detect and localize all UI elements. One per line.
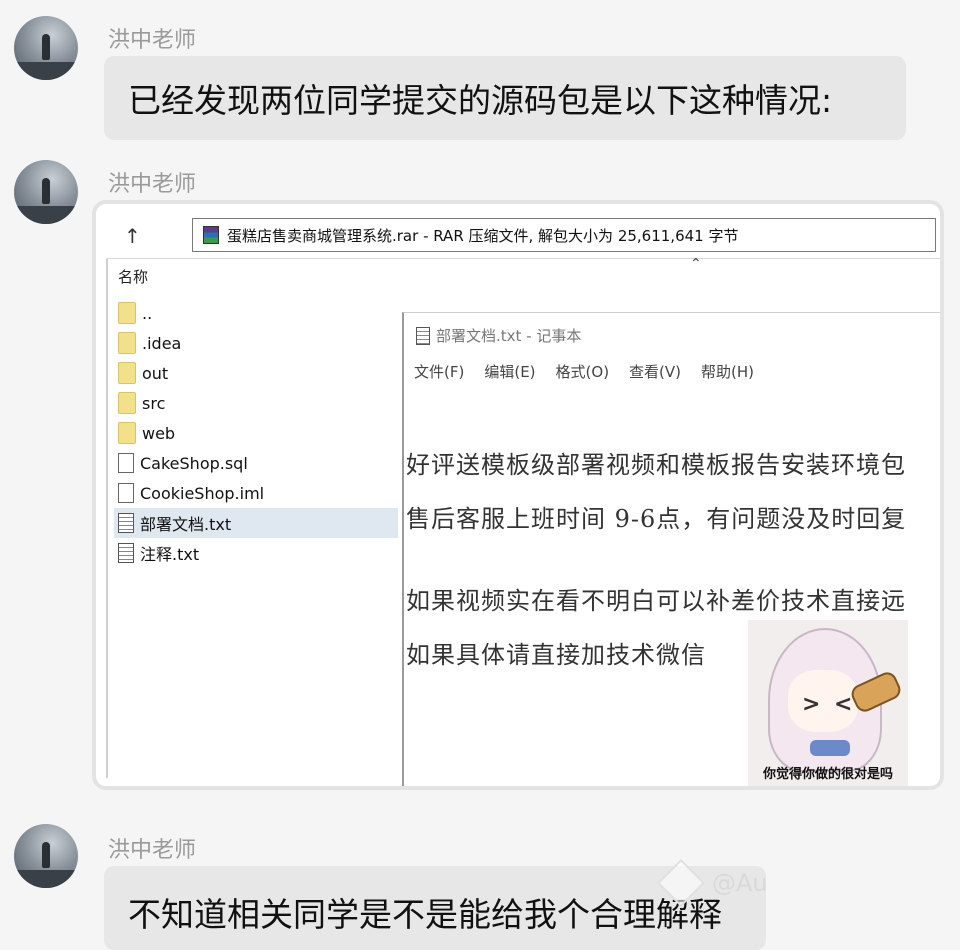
folder-icon [118, 362, 136, 384]
file-row[interactable]: CakeShop.sql [114, 448, 394, 478]
text-file-icon [118, 543, 134, 563]
notepad-line: 如果具体请直接加技术微信 [406, 641, 706, 669]
text-file-icon [118, 513, 134, 533]
folder-icon [118, 332, 136, 354]
teacher-avatar[interactable] [14, 16, 78, 80]
file-row[interactable]: CookieShop.iml [114, 478, 394, 508]
menu-format[interactable]: 格式(O) [556, 361, 610, 382]
file-row[interactable]: web [114, 418, 394, 448]
notepad-line: 售后客服上班时间 9-6点，有问题没及时回复 [406, 505, 907, 533]
folder-icon [118, 422, 136, 444]
file-list: .. .idea out src web CakeShop.sql Cookie… [114, 298, 398, 568]
file-row[interactable]: src [114, 388, 394, 418]
file-row[interactable]: 注释.txt [114, 538, 394, 568]
message-bubble[interactable]: 已经发现两位同学提交的源码包是以下这种情况: [104, 56, 906, 140]
menu-edit[interactable]: 编辑(E) [484, 361, 535, 382]
file-row-selected[interactable]: 部署文档.txt [114, 508, 398, 538]
sender-name: 洪中老师 [108, 172, 197, 197]
notepad-icon [416, 326, 430, 345]
message-text: 已经发现两位同学提交的源码包是以下这种情况: [128, 81, 833, 120]
folder-icon [118, 302, 136, 324]
menu-help[interactable]: 帮助(H) [701, 361, 754, 382]
menu-view[interactable]: 查看(V) [629, 361, 681, 382]
folder-icon [118, 392, 136, 414]
notepad-menu-bar: 文件(F) 编辑(E) 格式(O) 查看(V) 帮助(H) [414, 361, 754, 382]
teacher-avatar[interactable] [14, 160, 78, 224]
notepad-line: 好评送模板级部署视频和模板报告安装环境包 [406, 451, 906, 479]
sender-name: 洪中老师 [108, 838, 197, 863]
file-row[interactable]: .idea [114, 328, 394, 358]
sort-caret-icon: ⌃ [690, 256, 702, 272]
message-text: 不知道相关同学是不是能给我个合理解释 [128, 895, 722, 934]
explorer-toolbar: ↑ 蛋糕店售卖商城管理系统.rar - RAR 压缩文件, 解包大小为 25,6… [106, 214, 940, 259]
meme-sticker: > < 你觉得你做的很对是吗 [748, 620, 908, 786]
file-icon [118, 453, 134, 473]
rar-archive-icon [203, 226, 219, 244]
menu-file[interactable]: 文件(F) [414, 361, 464, 382]
notepad-title: 部署文档.txt - 记事本 [416, 325, 581, 346]
up-arrow-icon[interactable]: ↑ [124, 224, 141, 248]
column-header-name[interactable]: 名称 [118, 266, 148, 287]
image-message[interactable]: ↑ 蛋糕店售卖商城管理系统.rar - RAR 压缩文件, 解包大小为 25,6… [92, 200, 944, 790]
file-icon [118, 483, 134, 503]
teacher-avatar[interactable] [14, 824, 78, 888]
address-text: 蛋糕店售卖商城管理系统.rar - RAR 压缩文件, 解包大小为 25,611… [227, 226, 739, 245]
watermark: @Au [656, 858, 768, 908]
sticker-caption: 你觉得你做的很对是吗 [762, 767, 893, 782]
sender-name: 洪中老师 [108, 28, 197, 53]
address-bar[interactable]: 蛋糕店售卖商城管理系统.rar - RAR 压缩文件, 解包大小为 25,611… [192, 218, 936, 252]
file-row[interactable]: .. [114, 298, 394, 328]
notepad-line: 如果视频实在看不明白可以补差价技术直接远 [406, 587, 906, 615]
file-row[interactable]: out [114, 358, 394, 388]
watermark-logo-icon [656, 858, 706, 908]
